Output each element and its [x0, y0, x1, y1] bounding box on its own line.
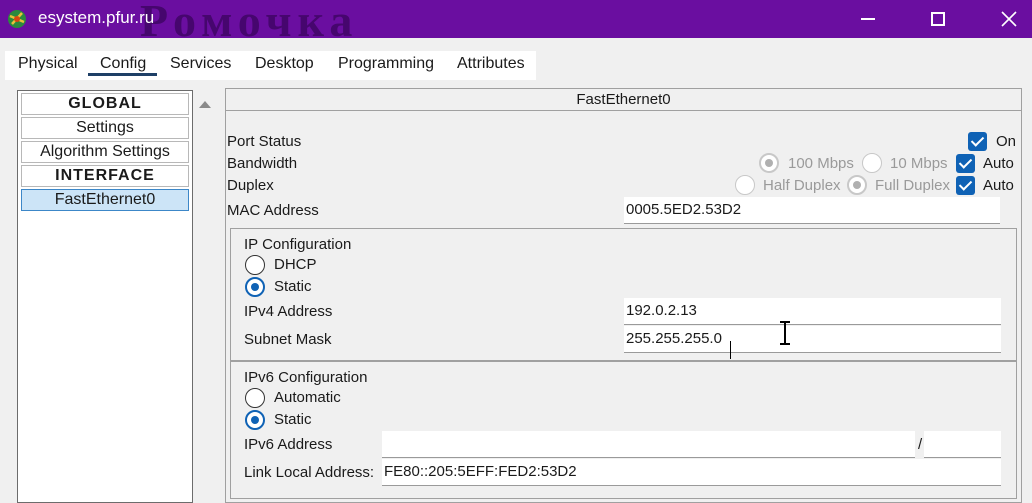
interface-panel: FastEthernet0 Port Status On Bandwidth 1…: [225, 88, 1022, 503]
ipv6-static-radio[interactable]: [245, 410, 265, 430]
ipv4-address-field[interactable]: 192.0.2.13: [624, 298, 1001, 325]
ipv4-static-radio[interactable]: [245, 277, 265, 297]
tab-programming[interactable]: Programming: [338, 55, 434, 73]
ipv6-prefix-separator: /: [918, 436, 923, 453]
tab-physical[interactable]: Physical: [18, 55, 78, 73]
close-button[interactable]: [986, 0, 1032, 38]
scroll-up-arrow-icon[interactable]: [197, 97, 213, 111]
mac-address-label: MAC Address: [227, 202, 319, 219]
port-status-on-label: On: [996, 133, 1017, 150]
bandwidth-label: Bandwidth: [227, 155, 298, 172]
sidebar-header-interface: INTERFACE: [21, 165, 189, 187]
panel-title: FastEthernet0: [226, 89, 1021, 111]
window-title: esystem.pfur.ru: [38, 8, 155, 27]
sidebar-header-global: GLOBAL: [21, 93, 189, 115]
maximize-button[interactable]: [915, 0, 961, 38]
duplex-full-label: Full Duplex: [875, 177, 951, 194]
tab-services[interactable]: Services: [170, 55, 231, 73]
close-icon: [1001, 11, 1017, 27]
ipv6-prefix-field[interactable]: [924, 431, 1001, 458]
tab-bar: Physical Config Services Desktop Program…: [5, 51, 536, 80]
ipv4-static-label: Static: [274, 278, 312, 295]
text-caret: [730, 341, 731, 359]
minimize-button[interactable]: [845, 0, 891, 38]
maximize-icon: [931, 12, 945, 26]
subnet-mask-field[interactable]: 255.255.255.0: [624, 326, 1001, 353]
sidebar-item-fastethernet0[interactable]: FastEthernet0: [21, 189, 189, 211]
ipv6-automatic-radio[interactable]: [245, 388, 265, 408]
mac-address-field[interactable]: 0005.5ED2.53D2: [624, 197, 1000, 224]
subnet-mask-label: Subnet Mask: [244, 331, 332, 348]
duplex-half-label: Half Duplex: [763, 177, 841, 194]
ipv4-address-label: IPv4 Address: [244, 303, 333, 320]
packet-tracer-app-icon: [8, 10, 26, 28]
config-sidebar: GLOBAL Settings Algorithm Settings INTER…: [17, 90, 193, 503]
tab-attributes[interactable]: Attributes: [457, 55, 525, 73]
duplex-half-radio[interactable]: [735, 175, 755, 195]
active-tab-indicator: [88, 73, 157, 76]
ipv6-config-title: IPv6 Configuration: [244, 369, 368, 386]
ipv6-address-field[interactable]: [382, 431, 915, 458]
link-local-address-field[interactable]: FE80::205:5EFF:FED2:53D2: [382, 459, 1001, 486]
duplex-auto-checkbox[interactable]: [956, 176, 975, 195]
watermark-text: Ромочка: [140, 0, 359, 46]
bandwidth-10-label: 10 Mbps: [890, 155, 948, 172]
text-cursor-icon: [780, 321, 790, 345]
sidebar-item-algorithm-settings[interactable]: Algorithm Settings: [21, 141, 189, 163]
duplex-auto-label: Auto: [983, 177, 1014, 194]
title-bar: Ромочка esystem.pfur.ru: [0, 0, 1032, 46]
port-status-checkbox[interactable]: [968, 132, 987, 151]
ipv6-automatic-label: Automatic: [274, 389, 341, 406]
ipv6-address-label: IPv6 Address: [244, 436, 333, 453]
minimize-icon: [861, 18, 875, 20]
duplex-label: Duplex: [227, 177, 274, 194]
ipv4-dhcp-label: DHCP: [274, 256, 317, 273]
tab-config[interactable]: Config: [100, 55, 146, 73]
port-status-label: Port Status: [227, 133, 302, 150]
duplex-full-radio[interactable]: [847, 175, 867, 195]
bandwidth-auto-checkbox[interactable]: [956, 154, 975, 173]
bandwidth-10-radio[interactable]: [862, 153, 882, 173]
bandwidth-100-radio[interactable]: [759, 153, 779, 173]
bandwidth-auto-label: Auto: [983, 155, 1014, 172]
link-local-address-label: Link Local Address:: [244, 464, 375, 481]
sidebar-item-settings[interactable]: Settings: [21, 117, 189, 139]
ipv4-dhcp-radio[interactable]: [245, 255, 265, 275]
tab-desktop[interactable]: Desktop: [255, 55, 314, 73]
ipv6-config-group: IPv6 Configuration Automatic Static IPv6…: [230, 361, 1017, 499]
ipv4-config-group: IP Configuration DHCP Static IPv4 Addres…: [230, 228, 1017, 361]
bandwidth-100-label: 100 Mbps: [788, 155, 854, 172]
ipv6-static-label: Static: [274, 411, 312, 428]
ipv4-config-title: IP Configuration: [244, 236, 352, 253]
